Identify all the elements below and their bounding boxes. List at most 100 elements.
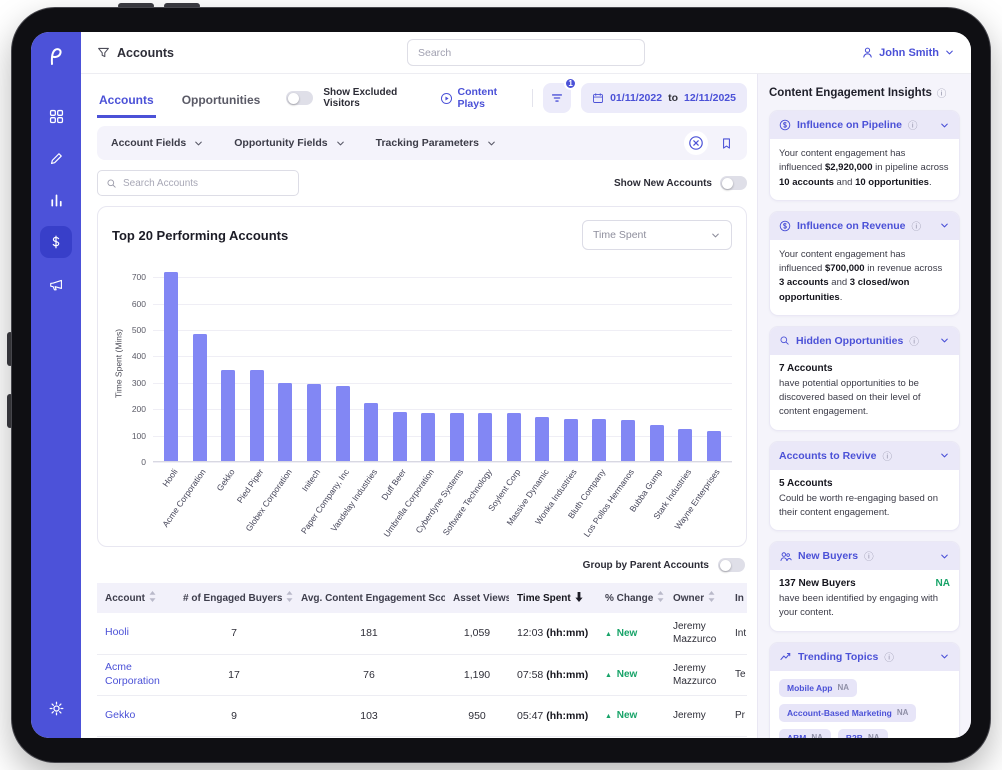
filter-dropdown-opportunity-fields[interactable]: Opportunity Fields <box>234 137 345 149</box>
show-new-accounts-label: Show New Accounts <box>614 178 712 189</box>
insight-card-header[interactable]: New Buyersⓘ <box>770 542 959 570</box>
bar-bubba-gump[interactable] <box>650 425 664 461</box>
topic-tag-b2b[interactable]: B2BNA <box>838 729 888 739</box>
insight-card-accounts-to-revive: Accounts to Reviveⓘ5 AccountsCould be wo… <box>769 441 960 532</box>
bar-initech[interactable] <box>307 384 321 461</box>
chevron-down-icon[interactable] <box>939 651 950 662</box>
bar-wayne-enterprises[interactable] <box>707 431 721 461</box>
topic-tag-account-based-marketing[interactable]: Account-Based MarketingNA <box>779 704 916 722</box>
metric-select[interactable]: Time Spent <box>582 220 732 250</box>
date-range-picker[interactable]: 01/11/2022 to 12/11/2025 <box>581 83 747 113</box>
tab-opportunities[interactable]: Opportunities <box>180 93 263 118</box>
insight-card-header[interactable]: Trending Topicsⓘ <box>770 643 959 671</box>
column-header-time-spent[interactable]: Time Spent <box>509 583 597 613</box>
group-by-parent-accounts-toggle[interactable] <box>718 558 745 572</box>
account-link[interactable]: Acme Corporation <box>105 661 160 687</box>
global-search[interactable] <box>407 39 645 66</box>
chevron-down-icon[interactable] <box>939 120 950 131</box>
bar-paper-company-inc[interactable] <box>336 386 350 461</box>
bar-massive-dynamic[interactable] <box>535 417 549 461</box>
bar-wonka-industries[interactable] <box>564 419 578 461</box>
filter-dropdown-tracking-parameters[interactable]: Tracking Parameters <box>376 137 497 149</box>
info-icon[interactable]: ⓘ <box>908 118 918 132</box>
show-excluded-visitors-label: Show Excluded Visitors <box>323 87 429 109</box>
chart-slot: Pied Piper <box>243 264 272 461</box>
chevron-down-icon[interactable] <box>939 450 950 461</box>
insight-card-header[interactable]: Influence on Revenueⓘ <box>770 212 959 240</box>
info-icon[interactable]: ⓘ <box>912 219 922 233</box>
grid-icon <box>48 108 65 125</box>
chart-yticks: 0100200300400500600700 <box>125 264 153 462</box>
trend-up-icon: ▲ <box>605 713 612 720</box>
bar-globex-corporation[interactable] <box>278 383 292 461</box>
filter-dropdown-account-fields[interactable]: Account Fields <box>111 137 204 149</box>
insights-title: Content Engagement Insights <box>769 87 932 99</box>
bookmark-icon[interactable] <box>720 137 733 150</box>
bar-gekko[interactable] <box>221 370 235 461</box>
sidebar-item-grid[interactable] <box>40 100 72 132</box>
chevron-down-icon[interactable] <box>939 220 950 231</box>
topic-tag-abm[interactable]: ABMNA <box>779 729 831 739</box>
bar-software-technology[interactable] <box>478 413 492 461</box>
column-header-in[interactable]: In <box>727 583 747 613</box>
info-icon[interactable]: ⓘ <box>864 549 874 563</box>
sidebar-item-settings[interactable] <box>40 692 72 724</box>
chevron-down-icon[interactable] <box>939 551 950 562</box>
account-link[interactable]: Gekko <box>105 709 135 721</box>
insight-card-header[interactable]: Accounts to Reviveⓘ <box>770 442 959 470</box>
circle-x-icon[interactable] <box>684 131 708 155</box>
bar-umbrella-corporation[interactable] <box>421 413 435 461</box>
accounts-search[interactable] <box>97 170 299 196</box>
insight-text-part: . <box>929 177 932 188</box>
column-header-change[interactable]: % Change <box>597 583 665 613</box>
info-icon[interactable]: ⓘ <box>937 86 947 100</box>
global-search-input[interactable] <box>407 39 645 66</box>
sidebar-item-bar-chart[interactable] <box>40 184 72 216</box>
column-header-account[interactable]: Account <box>97 583 175 613</box>
chart-slot: Vandelay Industries <box>357 264 386 461</box>
show-new-accounts-toggle[interactable] <box>720 176 747 190</box>
info-icon[interactable]: ⓘ <box>909 334 919 348</box>
user-menu[interactable]: John Smith <box>861 46 955 59</box>
bar-los-pollos-hermanos[interactable] <box>621 420 635 461</box>
info-icon[interactable]: ⓘ <box>884 650 894 664</box>
cell-asset-views: 1,059 <box>445 613 509 654</box>
table-row[interactable]: Gekko910395005:47 (hh:mm)▲ NewJeremyPr <box>97 695 747 736</box>
column-header-owner[interactable]: Owner <box>665 583 727 613</box>
sidebar-item-pen[interactable] <box>40 142 72 174</box>
chevron-down-icon[interactable] <box>939 335 950 346</box>
table-row[interactable]: Hooli71811,05912:03 (hh:mm)▲ NewJeremy M… <box>97 613 747 654</box>
bar-bluth-company[interactable] <box>592 419 606 461</box>
bar-soylent-corp[interactable] <box>507 413 521 461</box>
column-label: Time Spent <box>517 593 571 604</box>
pen-icon <box>48 150 65 167</box>
column-header-of-engaged-buyers[interactable]: # of Engaged Buyers <box>175 583 293 613</box>
bar-vandelay-industries[interactable] <box>364 403 378 461</box>
column-header-avg-content-engagement-score[interactable]: Avg. Content Engagement Score <box>293 583 445 613</box>
content-plays-link[interactable]: Content Plays <box>440 86 523 110</box>
app-logo-icon[interactable] <box>44 44 68 68</box>
accounts-search-input[interactable] <box>123 178 290 189</box>
insight-card-body: 7 Accountshave potential opportunities t… <box>770 355 959 430</box>
user-name: John Smith <box>879 47 939 59</box>
tab-accounts[interactable]: Accounts <box>97 93 156 118</box>
sidebar-item-dollar[interactable] <box>40 226 72 258</box>
bar-duff-beer[interactable] <box>393 412 407 461</box>
sidebar-item-megaphone[interactable] <box>40 268 72 300</box>
filter-button[interactable]: 1 <box>543 83 571 113</box>
account-link[interactable]: Hooli <box>105 626 129 638</box>
insight-value: 3 accounts <box>779 277 829 288</box>
info-icon[interactable]: ⓘ <box>882 449 892 463</box>
insight-card-header[interactable]: Influence on Pipelineⓘ <box>770 111 959 139</box>
column-header-asset-views[interactable]: Asset Views <box>445 583 509 613</box>
table-row[interactable]: Acme Corporation17761,19007:58 (hh:mm)▲ … <box>97 654 747 695</box>
screen: Accounts John Smith Accounts Opportuniti… <box>31 32 971 738</box>
bar-hooli[interactable] <box>164 272 178 461</box>
show-excluded-visitors-toggle[interactable] <box>286 91 313 105</box>
bar-cyberdyne-systems[interactable] <box>450 413 464 461</box>
insight-card-header[interactable]: Hidden Opportunitiesⓘ <box>770 327 959 355</box>
bar-stark-industries[interactable] <box>678 429 692 461</box>
bar-pied-piper[interactable] <box>250 370 264 461</box>
topic-tag-mobile-app[interactable]: Mobile AppNA <box>779 679 857 697</box>
bar-acme-corporation[interactable] <box>193 334 207 461</box>
